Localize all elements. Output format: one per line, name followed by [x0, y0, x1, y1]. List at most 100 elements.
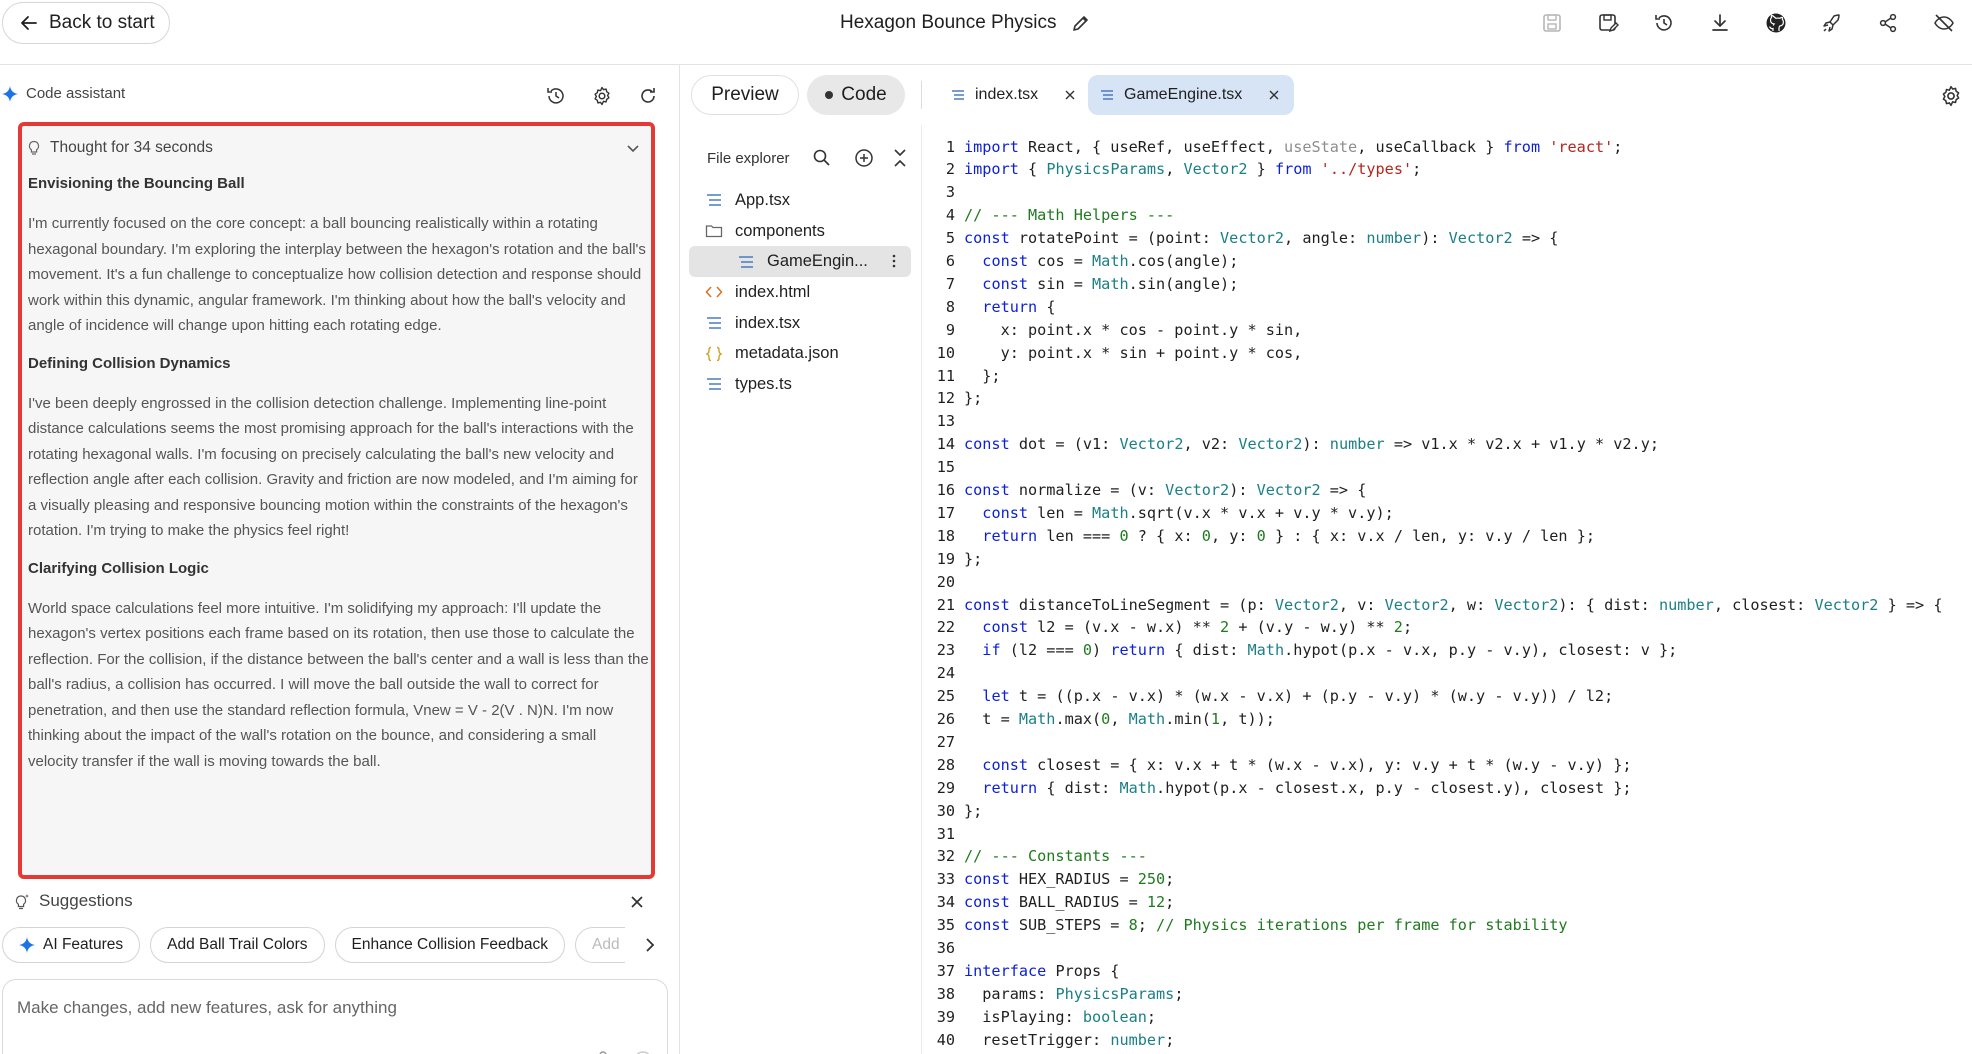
arrow-left-icon	[21, 16, 37, 30]
tree-item-index-tsx[interactable]: index.tsx	[689, 308, 911, 339]
code-line[interactable]: 6 const cos = Math.cos(angle);	[922, 250, 1972, 273]
code-line[interactable]: 1 import React, { useRef, useEffect, useS…	[922, 135, 1972, 158]
assistant-settings-button[interactable]	[588, 83, 616, 109]
tree-item-gameengine-tsx[interactable]: GameEngin...	[689, 246, 911, 278]
code-line[interactable]: 35 const SUB_STEPS = 8; // Physics iterat…	[922, 914, 1972, 937]
download-button[interactable]	[1692, 8, 1748, 38]
code-line[interactable]: 30};	[922, 799, 1972, 822]
code-line[interactable]: 2 import { PhysicsParams, Vector2 } from …	[922, 158, 1972, 181]
code-line[interactable]: 14 const dot = (v1: Vector2, v2: Vector2)…	[922, 433, 1972, 456]
chevron-right-icon[interactable]	[638, 933, 662, 957]
code-line[interactable]: 10 y: point.x * sin + point.y * cos,	[922, 341, 1972, 364]
assistant-history-button[interactable]	[542, 83, 570, 109]
code-line[interactable]: 8 return {	[922, 295, 1972, 318]
collapse-all-icon[interactable]	[889, 147, 911, 169]
code-line[interactable]: 28 const closest = { x: v.x + t * (w.x -…	[922, 753, 1972, 776]
thought-paragraph: I'm currently focused on the core concep…	[28, 215, 646, 334]
editor-settings-icon[interactable]	[1940, 85, 1962, 107]
code-line[interactable]: 20	[922, 570, 1972, 593]
tree-item-app-tsx[interactable]: App.tsx	[689, 185, 911, 216]
code-line[interactable]: 18 return len === 0 ? { x: 0, y: 0 } : {…	[922, 524, 1972, 547]
tree-item-components[interactable]: components	[689, 216, 911, 247]
code-line[interactable]: 37 interface Props {	[922, 959, 1972, 982]
chip-label: Enhance Collision Feedback	[351, 936, 548, 953]
close-tab-icon[interactable]	[1062, 87, 1078, 103]
code-line[interactable]: 26 t = Math.max(0, Math.min(1, t));	[922, 708, 1972, 731]
assistant-refresh-button[interactable]	[634, 83, 662, 109]
code-line[interactable]: 31	[922, 822, 1972, 845]
code-line[interactable]: 38 params: PhysicsParams;	[922, 982, 1972, 1005]
save-as-button[interactable]	[1580, 8, 1636, 38]
code-line[interactable]: 39 isPlaying: boolean;	[922, 1005, 1972, 1028]
code-line[interactable]: 36	[922, 937, 1972, 960]
github-icon	[1766, 13, 1786, 33]
back-to-start-button[interactable]: Back to start	[2, 2, 170, 44]
code-text: const HEX_RADIUS = 250;	[964, 870, 1175, 889]
code-line[interactable]: 17 const len = Math.sqrt(v.x * v.x + v.y…	[922, 501, 1972, 524]
send-icon[interactable]	[633, 1050, 653, 1054]
code-line[interactable]: 40 resetTrigger: number;	[922, 1028, 1972, 1051]
attach-icon[interactable]	[553, 1050, 573, 1054]
line-number: 13	[936, 412, 955, 431]
code-line[interactable]: 15	[922, 456, 1972, 479]
tab-gameengine-tsx[interactable]: GameEngine.tsx	[1088, 75, 1295, 115]
line-number: 38	[936, 984, 955, 1003]
line-number: 9	[945, 320, 955, 339]
deploy-button[interactable]	[1804, 8, 1860, 38]
tree-item-index-html[interactable]: index.html	[689, 277, 911, 308]
share-button[interactable]	[1860, 8, 1916, 38]
github-button[interactable]	[1748, 8, 1804, 38]
thought-toggle[interactable]: Thought for 34 seconds	[26, 136, 646, 160]
code-line[interactable]: 11 };	[922, 364, 1972, 387]
code-line[interactable]: 27	[922, 730, 1972, 753]
history-button[interactable]	[1636, 8, 1692, 38]
code-line[interactable]: 16 const normalize = (v: Vector2): Vector…	[922, 479, 1972, 502]
code-line[interactable]: 5 const rotatePoint = (point: Vector2, an…	[922, 227, 1972, 250]
pencil-icon[interactable]	[1071, 13, 1091, 33]
code-line[interactable]: 24	[922, 662, 1972, 685]
lightbulb-icon	[28, 140, 40, 155]
code-line[interactable]: 9 x: point.x * cos - point.y * sin,	[922, 318, 1972, 341]
code-line[interactable]: 22 const l2 = (v.x - w.x) ** 2 + (v.y - …	[922, 616, 1972, 639]
code-line[interactable]: 7 const sin = Math.sin(angle);	[922, 272, 1972, 295]
preview-toggle[interactable]: Preview	[691, 75, 799, 115]
tree-item-metadata-json[interactable]: metadata.json	[689, 338, 911, 369]
code-line[interactable]: 3	[922, 181, 1972, 204]
more-vertical-icon[interactable]	[885, 252, 903, 270]
save-button[interactable]	[1524, 8, 1580, 38]
code-line[interactable]: 4 // --- Math Helpers ---	[922, 204, 1972, 227]
close-suggestions-icon[interactable]	[626, 891, 648, 913]
code-text: return {	[982, 297, 1056, 316]
chip-enhance-collision-feedback[interactable]: Enhance Collision Feedback	[334, 927, 565, 963]
code-line[interactable]: 21 const distanceToLineSegment = (p: Vect…	[922, 593, 1972, 616]
microphone-icon[interactable]	[593, 1050, 613, 1054]
add-file-icon[interactable]	[853, 147, 875, 169]
chip-add-ball-trail-colors[interactable]: Add Ball Trail Colors	[150, 927, 325, 963]
prompt-input[interactable]	[17, 998, 637, 1018]
code-line[interactable]: 33 const HEX_RADIUS = 250;	[922, 868, 1972, 891]
chip-label: Add	[592, 936, 620, 953]
code-line[interactable]: 25 let t = ((p.x - v.x) * (w.x - v.x) + …	[922, 685, 1972, 708]
code-line[interactable]: 29 return { dist: Math.hypot(p.x - close…	[922, 776, 1972, 799]
code-editor[interactable]: 1 import React, { useRef, useEffect, useS…	[921, 125, 1972, 1054]
search-icon[interactable]	[811, 147, 833, 169]
chip-ai-features[interactable]: AI Features	[2, 927, 141, 963]
code-text: };	[964, 801, 983, 820]
code-line[interactable]: 32 // --- Constants ---	[922, 845, 1972, 868]
hide-panel-button[interactable]	[1916, 8, 1972, 38]
code-line[interactable]: 12};	[922, 387, 1972, 410]
code-toggle[interactable]: Code	[807, 75, 905, 115]
history-icon	[547, 88, 564, 104]
chip-add-truncated[interactable]: Add	[575, 927, 625, 963]
code-text: const sin = Math.sin(angle);	[982, 274, 1239, 293]
tab-index-tsx[interactable]: index.tsx	[939, 75, 1090, 115]
tree-item-label: metadata.json	[735, 344, 839, 363]
code-line[interactable]: 23 if (l2 === 0) return { dist: Math.hyp…	[922, 639, 1972, 662]
code-line[interactable]: 13	[922, 410, 1972, 433]
close-tab-icon[interactable]	[1266, 87, 1282, 103]
code-line[interactable]: 19};	[922, 547, 1972, 570]
tree-item-types-ts[interactable]: types.ts	[689, 369, 911, 400]
prompt-box	[2, 979, 668, 1054]
code-line[interactable]: 34 const BALL_RADIUS = 12;	[922, 891, 1972, 914]
line-number: 12	[936, 389, 955, 408]
